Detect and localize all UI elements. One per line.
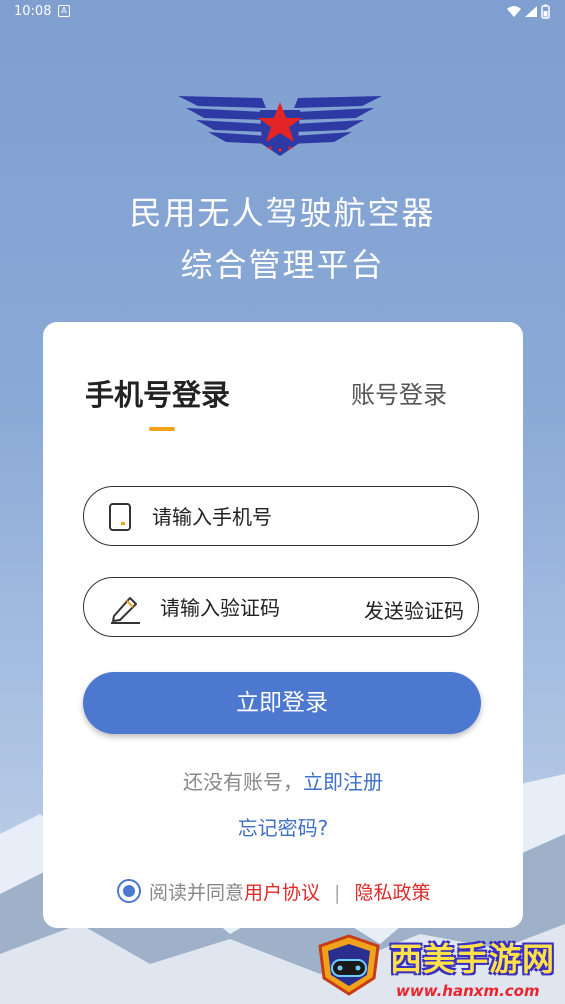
- phone-field[interactable]: [83, 486, 479, 546]
- watermark: 西美手游网 www.hanxm.com: [316, 930, 561, 1002]
- agreement-separator: |: [334, 882, 341, 904]
- notification-icon: A: [58, 5, 70, 17]
- watermark-url: www.hanxm.com: [396, 982, 540, 1000]
- phone-icon: [109, 503, 131, 531]
- pencil-icon: [111, 597, 140, 624]
- code-input[interactable]: [158, 592, 352, 624]
- tab-account-login[interactable]: 账号登录: [351, 375, 447, 410]
- status-time: 10:08: [14, 4, 52, 19]
- status-icons: [505, 4, 553, 24]
- login-card: 手机号登录 账号登录 发送验证码 立即登录 还没有账号，立即注册 忘记密码? 阅…: [43, 322, 523, 928]
- signal-icon: [525, 6, 537, 17]
- privacy-policy-link[interactable]: 隐私政策: [354, 882, 430, 904]
- register-prefix: 还没有账号，: [183, 770, 303, 794]
- register-prompt: 还没有账号，立即注册: [43, 766, 523, 795]
- register-link[interactable]: 立即注册: [303, 770, 383, 794]
- send-code-button[interactable]: 发送验证码: [364, 595, 464, 624]
- user-agreement-link[interactable]: 用户协议: [244, 882, 320, 904]
- radio-checked-icon[interactable]: [117, 879, 141, 903]
- tab-phone-login[interactable]: 手机号登录: [85, 372, 230, 414]
- agreement-text: 阅读并同意: [149, 882, 245, 904]
- login-button[interactable]: 立即登录: [83, 672, 481, 734]
- watermark-title: 西美手游网: [390, 940, 556, 978]
- gamepad-shield-icon: [318, 934, 380, 996]
- app-title-line2: 综合管理平台: [180, 246, 385, 284]
- forgot-password-link[interactable]: 忘记密码?: [43, 812, 523, 841]
- wifi-icon: [507, 6, 521, 17]
- wing-star-logo: [178, 96, 382, 156]
- battery-icon: [541, 4, 550, 19]
- agreement-row: 阅读并同意用户协议 | 隐私政策: [117, 878, 430, 905]
- phone-input[interactable]: [150, 501, 454, 533]
- app-title-line1: 民用无人驾驶航空器: [129, 194, 436, 232]
- active-tab-indicator: [149, 427, 175, 431]
- status-bar: 10:08 A: [0, 0, 565, 26]
- code-field[interactable]: 发送验证码: [83, 577, 479, 637]
